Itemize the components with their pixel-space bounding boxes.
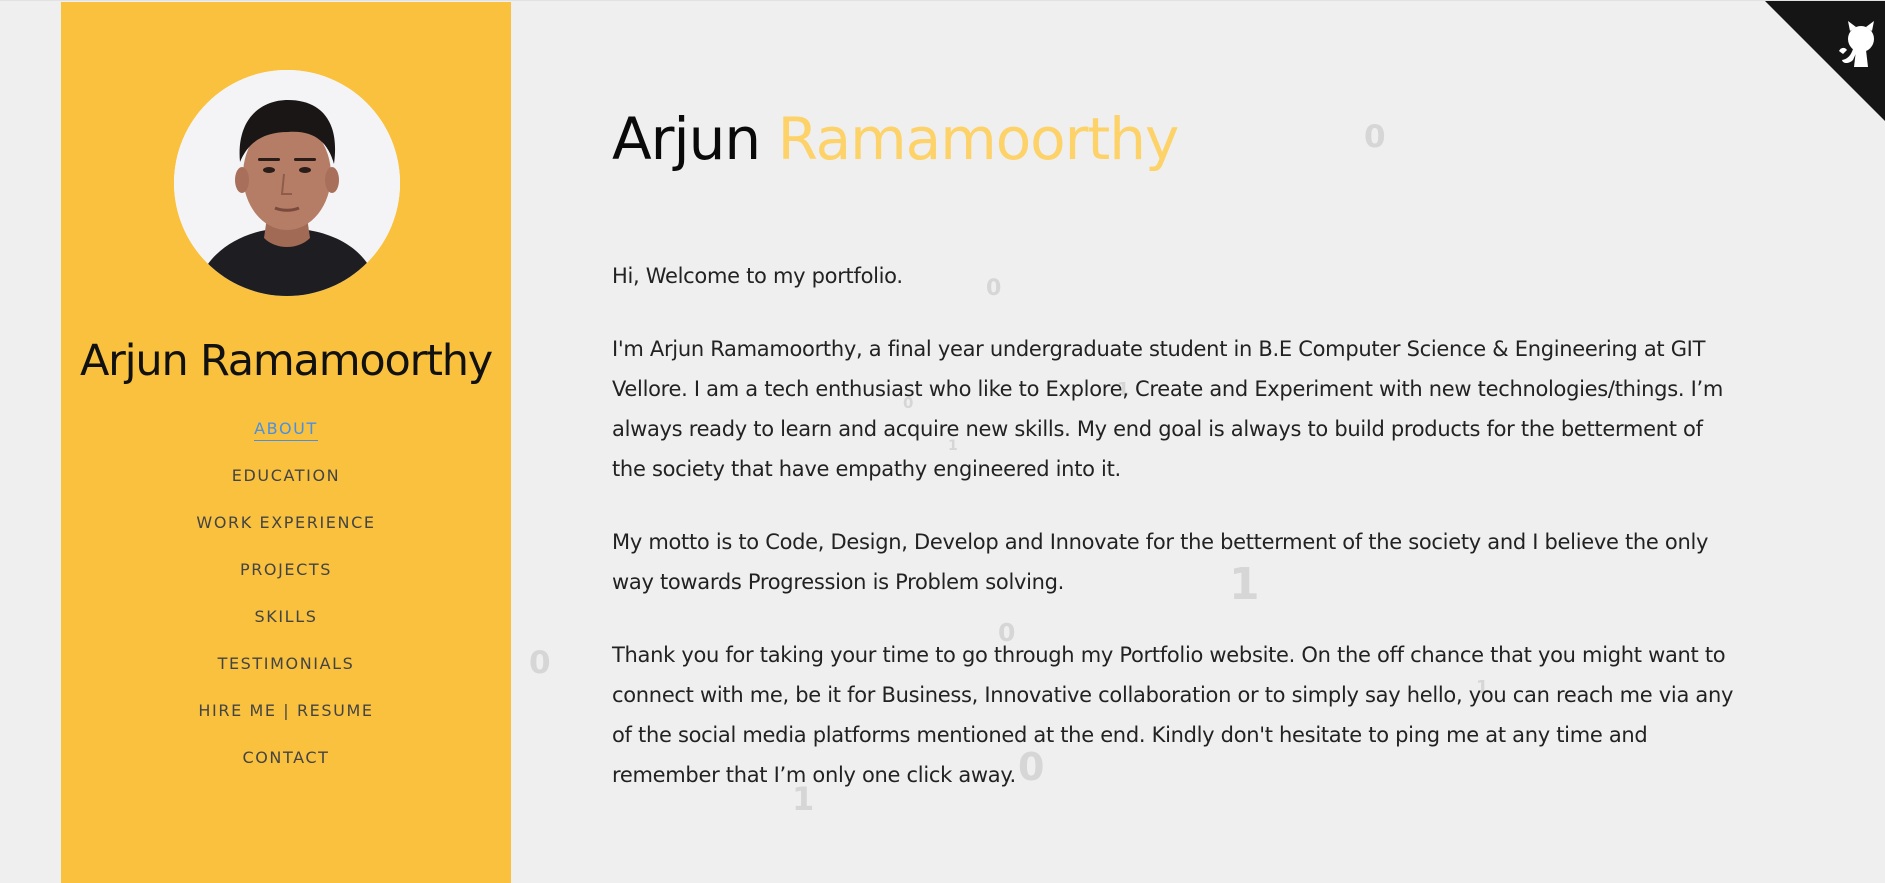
- nav-link-testimonials[interactable]: TESTIMONIALS: [218, 648, 355, 677]
- nav-link-education[interactable]: EDUCATION: [232, 460, 340, 489]
- nav-link-about[interactable]: ABOUT: [254, 413, 318, 441]
- nav-item-education: EDUCATION: [61, 460, 511, 507]
- nav-link-hire-me-resume[interactable]: HIRE ME | RESUME: [198, 695, 373, 724]
- github-corner-link[interactable]: [1765, 1, 1885, 121]
- binary-digit: 0: [1364, 119, 1386, 155]
- portfolio-page: Arjun Ramamoorthy ABOUT EDUCATION WORK E…: [0, 0, 1885, 883]
- about-content: Hi, Welcome to my portfolio. I'm Arjun R…: [612, 256, 1737, 828]
- nav-link-projects[interactable]: PROJECTS: [240, 554, 332, 583]
- sidebar: Arjun Ramamoorthy ABOUT EDUCATION WORK E…: [61, 2, 511, 883]
- nav-item-testimonials: TESTIMONIALS: [61, 648, 511, 695]
- nav-item-projects: PROJECTS: [61, 554, 511, 601]
- title-first-name: Arjun: [612, 105, 761, 173]
- about-paragraph: I'm Arjun Ramamoorthy, a final year unde…: [612, 337, 1724, 481]
- title-last-name: Ramamoorthy: [777, 105, 1180, 173]
- nav-item-about: ABOUT: [61, 413, 511, 460]
- nav-item-contact: CONTACT: [61, 742, 511, 789]
- about-paragraph: Hi, Welcome to my portfolio.: [612, 264, 903, 288]
- profile-photo: [174, 70, 400, 296]
- about-paragraph: My motto is to Code, Design, Develop and…: [612, 530, 1709, 594]
- page-title: Arjun Ramamoorthy: [612, 105, 1180, 173]
- nav-item-work-experience: WORK EXPERIENCE: [61, 507, 511, 554]
- sidebar-name: Arjun Ramamoorthy: [79, 336, 493, 386]
- binary-digit: 0: [529, 645, 551, 681]
- nav-link-contact[interactable]: CONTACT: [242, 742, 329, 771]
- nav-link-work-experience[interactable]: WORK EXPERIENCE: [196, 507, 375, 536]
- nav-link-skills[interactable]: SKILLS: [255, 601, 318, 630]
- github-octocat-icon: [1765, 1, 1885, 121]
- nav-item-skills: SKILLS: [61, 601, 511, 648]
- about-paragraph: Thank you for taking your time to go thr…: [612, 643, 1734, 787]
- nav-item-hire-me-resume: HIRE ME | RESUME: [61, 695, 511, 742]
- sidebar-nav: ABOUT EDUCATION WORK EXPERIENCE PROJECTS…: [61, 413, 511, 789]
